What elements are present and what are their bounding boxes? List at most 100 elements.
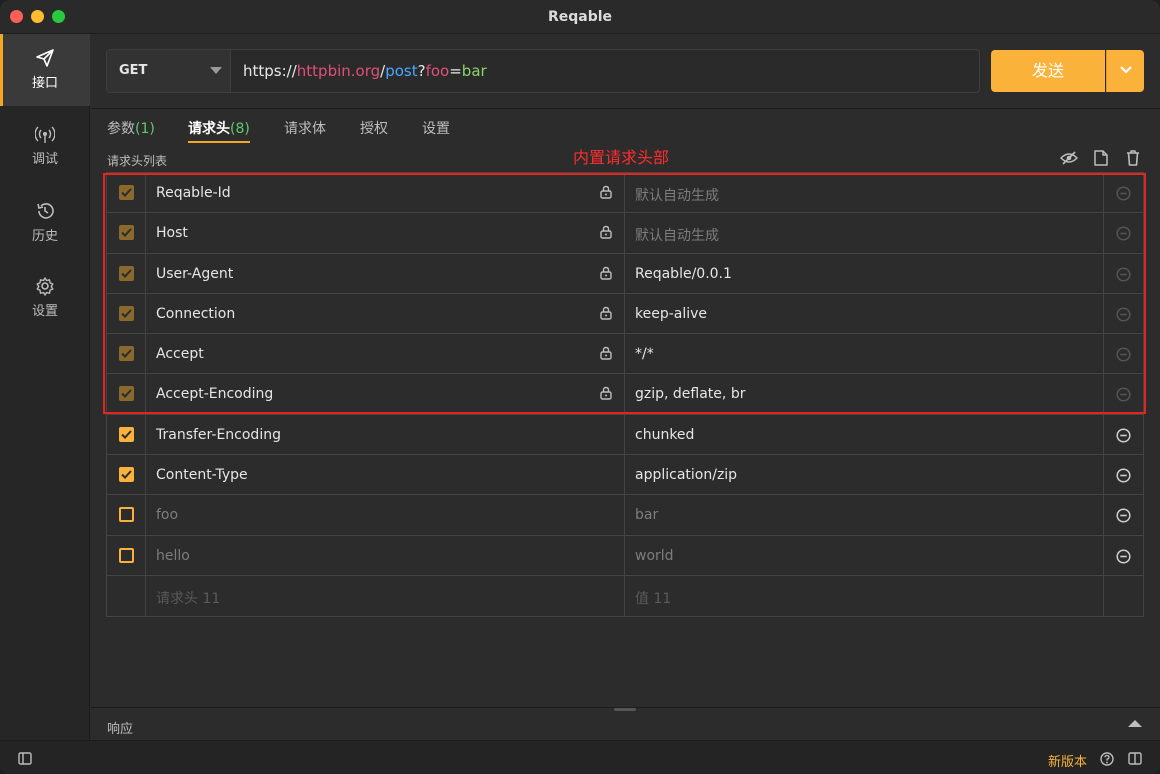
tab-auth[interactable]: 授权 <box>360 118 388 138</box>
header-enabled-checkbox[interactable] <box>119 467 134 483</box>
enable-cell <box>107 334 146 374</box>
remove-circle-icon[interactable] <box>1116 508 1131 523</box>
remove-circle-icon[interactable] <box>1116 267 1131 282</box>
header-value-field[interactable]: 默认自动生成 <box>625 173 1104 213</box>
header-enabled-checkbox[interactable] <box>119 426 134 442</box>
header-value: 默认自动生成 <box>635 188 719 204</box>
header-value: gzip, deflate, br <box>635 386 746 403</box>
checkmark-icon <box>121 268 132 278</box>
header-enabled-checkbox[interactable] <box>119 507 134 523</box>
header-value-field[interactable]: Reqable/0.0.1 <box>625 253 1104 293</box>
header-name-field[interactable]: Host <box>146 213 625 253</box>
trash-icon[interactable] <box>1126 150 1140 166</box>
enable-cell <box>107 293 146 334</box>
header-enabled-checkbox[interactable] <box>119 185 134 200</box>
send-button[interactable]: 发送 <box>991 50 1105 92</box>
panel-toggle-icon[interactable] <box>1128 752 1142 765</box>
header-value-field[interactable]: world <box>625 535 1104 575</box>
builtin-headers-annotation: 内置请求头部 <box>573 148 670 167</box>
sidebar-item-label: 历史 <box>31 229 58 244</box>
header-enabled-checkbox[interactable] <box>119 305 134 321</box>
response-label: 响应 <box>107 722 134 737</box>
lock-icon <box>600 185 612 199</box>
header-name-field[interactable]: Connection <box>146 293 625 334</box>
header-name-field[interactable]: Content-Type <box>146 455 625 495</box>
action-cell <box>1104 294 1144 333</box>
remove-circle-icon[interactable] <box>1116 549 1131 564</box>
table-row: hello world <box>107 535 1143 576</box>
header-name-field[interactable]: Accept-Encoding <box>146 374 625 414</box>
header-name-field[interactable]: Transfer-Encoding <box>146 414 625 455</box>
header-value: bar <box>635 507 659 524</box>
header-enabled-checkbox[interactable] <box>119 225 134 241</box>
header-name: Accept <box>156 346 204 363</box>
remove-circle-icon[interactable] <box>1116 226 1131 241</box>
new-header-value-input[interactable]: 值 11 <box>625 575 1104 617</box>
sidebar-item-api[interactable]: 接口 <box>0 34 90 106</box>
response-panel-bar[interactable]: 响应 <box>91 707 1160 740</box>
new-header-name-input[interactable]: 请求头 11 <box>146 575 625 617</box>
header-value-field[interactable]: 默认自动生成 <box>625 213 1104 253</box>
header-enabled-checkbox[interactable] <box>119 547 134 563</box>
sidebar-toggle-icon[interactable] <box>18 752 32 765</box>
file-icon[interactable] <box>1094 150 1108 166</box>
tab-body[interactable]: 请求体 <box>284 118 326 138</box>
checkmark-icon <box>121 430 132 439</box>
remove-circle-icon[interactable] <box>1116 347 1131 362</box>
enable-cell <box>107 213 146 253</box>
main-panel: GET https://httpbin.org/post?foo=bar 发送 … <box>91 34 1160 740</box>
header-name-field[interactable]: Accept <box>146 334 625 374</box>
lock-icon <box>600 346 612 360</box>
header-name: Transfer-Encoding <box>156 426 281 443</box>
header-enabled-checkbox[interactable] <box>119 386 134 402</box>
header-value-field[interactable]: application/zip <box>625 455 1104 495</box>
action-cell <box>1104 576 1144 616</box>
broadcast-icon <box>35 126 55 143</box>
lock-icon <box>600 226 612 239</box>
eye-off-icon[interactable] <box>1060 151 1078 165</box>
action-cell <box>1104 173 1144 212</box>
header-value: keep-alive <box>635 305 708 322</box>
send-options-button[interactable] <box>1106 50 1144 92</box>
sidebar-item-history[interactable]: 历史 <box>0 187 90 259</box>
remove-circle-icon[interactable] <box>1116 307 1131 322</box>
header-enabled-checkbox[interactable] <box>119 265 134 281</box>
header-enabled-checkbox[interactable] <box>119 346 134 362</box>
action-cell <box>1104 415 1144 454</box>
sidebar-item-settings[interactable]: 设置 <box>0 262 90 334</box>
new-version-link[interactable]: 新版本 <box>1048 751 1087 770</box>
header-value-field[interactable]: */* <box>625 334 1104 374</box>
header-name: foo <box>156 507 179 524</box>
enable-cell <box>107 455 146 495</box>
remove-circle-icon[interactable] <box>1116 387 1131 403</box>
header-name-field[interactable]: foo <box>146 495 625 535</box>
url-input[interactable]: https://httpbin.org/post?foo=bar <box>243 62 487 80</box>
table-row: Content-Type application/zip <box>107 455 1143 496</box>
remove-circle-icon[interactable] <box>1116 468 1131 483</box>
request-bar: GET https://httpbin.org/post?foo=bar <box>106 49 980 93</box>
tab-settings[interactable]: 设置 <box>422 118 450 138</box>
tab-params[interactable]: 参数(1) <box>107 118 155 138</box>
action-cell <box>1104 334 1144 373</box>
enable-cell <box>107 575 146 617</box>
method-select[interactable]: GET <box>107 50 231 92</box>
header-value-field[interactable]: gzip, deflate, br <box>625 374 1104 414</box>
header-name-field[interactable]: Reqable-Id <box>146 173 625 213</box>
method-label: GET <box>119 63 148 78</box>
tab-headers[interactable]: 请求头(8) <box>188 118 250 138</box>
header-name-field[interactable]: hello <box>146 535 625 575</box>
sidebar-item-debug[interactable]: 调试 <box>0 112 90 184</box>
enable-cell <box>107 414 146 455</box>
resize-handle[interactable] <box>614 708 636 711</box>
help-icon[interactable] <box>1100 752 1114 766</box>
header-value-field[interactable]: bar <box>625 495 1104 535</box>
header-value-field[interactable]: chunked <box>625 414 1104 455</box>
header-name-field[interactable]: User-Agent <box>146 253 625 293</box>
expand-up-icon[interactable] <box>1128 720 1142 727</box>
remove-circle-icon[interactable] <box>1116 186 1131 201</box>
sidebar-item-label: 设置 <box>31 304 58 319</box>
remove-circle-icon[interactable] <box>1116 428 1131 443</box>
action-cell <box>1104 495 1144 534</box>
header-value-field[interactable]: keep-alive <box>625 293 1104 334</box>
header-name: Accept-Encoding <box>156 386 274 403</box>
